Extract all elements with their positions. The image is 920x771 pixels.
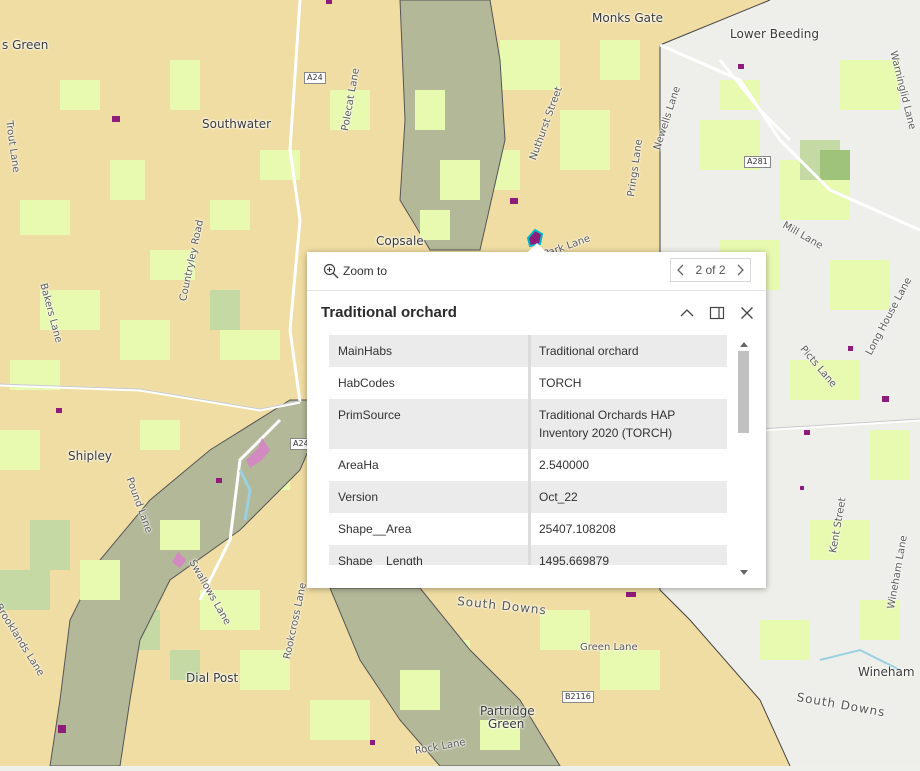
place-label: Dial Post <box>186 671 239 685</box>
scrollbar-thumb[interactable] <box>738 351 749 433</box>
close-icon <box>741 307 753 319</box>
popup-header-actions <box>678 304 756 322</box>
field-value: 1495.669879 <box>529 545 727 565</box>
place-label: s Green <box>2 38 49 52</box>
scroll-up-arrow[interactable] <box>740 342 748 347</box>
place-label: Partridge <box>480 704 535 718</box>
popup-pointer <box>528 243 546 252</box>
field-value: 25407.108208 <box>529 513 727 545</box>
road-shield: B2116 <box>562 691 594 703</box>
chevron-right-icon <box>737 264 744 276</box>
field-value: Oct_22 <box>529 481 727 513</box>
field-name: MainHabs <box>329 335 531 367</box>
scroll-down-arrow[interactable] <box>740 570 748 575</box>
field-name: Shape__Length <box>329 545 531 565</box>
chevron-left-icon <box>677 264 684 276</box>
popup-toolbar: Zoom to 2 of 2 <box>307 252 766 291</box>
next-feature-button[interactable] <box>730 264 750 276</box>
table-row: AreaHa 2.540000 <box>329 449 727 481</box>
chevron-up-icon <box>680 309 694 317</box>
zoom-to-label: Zoom to <box>343 264 388 278</box>
dock-button[interactable] <box>708 304 726 322</box>
field-name: Version <box>329 481 531 513</box>
place-label: Lower Beeding <box>730 27 819 41</box>
table-row: Version Oct_22 <box>329 481 727 513</box>
zoom-in-icon <box>323 263 339 279</box>
field-value: Traditional orchard <box>529 335 727 367</box>
place-label: Green <box>488 717 525 731</box>
close-button[interactable] <box>738 304 756 322</box>
table-row: PrimSource Traditional Orchards HAP Inve… <box>329 399 727 449</box>
attribute-table-container: MainHabs Traditional orchard HabCodes TO… <box>329 335 727 565</box>
popup-scrollbar[interactable] <box>736 337 751 578</box>
feature-popup: Zoom to 2 of 2 Traditional orchard MainH… <box>307 243 766 588</box>
field-name: PrimSource <box>329 399 531 449</box>
zoom-to-button[interactable]: Zoom to <box>323 261 387 281</box>
field-name: AreaHa <box>329 449 531 481</box>
table-row: MainHabs Traditional orchard <box>329 335 727 367</box>
field-value: 2.540000 <box>529 449 727 481</box>
road-shield: A24 <box>304 72 326 84</box>
field-value: Traditional Orchards HAP Inventory 2020 … <box>529 399 727 449</box>
page-indicator: 2 of 2 <box>695 263 726 277</box>
feature-pager: 2 of 2 <box>670 258 751 282</box>
road-shield: A281 <box>744 156 771 168</box>
collapse-button[interactable] <box>678 304 696 322</box>
road-label: Green Lane <box>580 642 638 653</box>
attribute-table: MainHabs Traditional orchard HabCodes TO… <box>329 335 727 565</box>
popup-title: Traditional orchard <box>321 304 457 321</box>
place-label: Monks Gate <box>592 11 664 25</box>
table-row: HabCodes TORCH <box>329 367 727 399</box>
place-label: Shipley <box>68 449 112 463</box>
field-name: Shape__Area <box>329 513 531 545</box>
previous-feature-button[interactable] <box>671 264 691 276</box>
place-label: Wineham <box>858 665 915 679</box>
table-row: Shape__Length 1495.669879 <box>329 545 727 565</box>
dock-icon <box>709 306 725 320</box>
place-label: Copsale <box>376 234 424 248</box>
field-name: HabCodes <box>329 367 531 399</box>
field-value: TORCH <box>529 367 727 399</box>
table-row: Shape__Area 25407.108208 <box>329 513 727 545</box>
place-label: Southwater <box>202 117 272 131</box>
